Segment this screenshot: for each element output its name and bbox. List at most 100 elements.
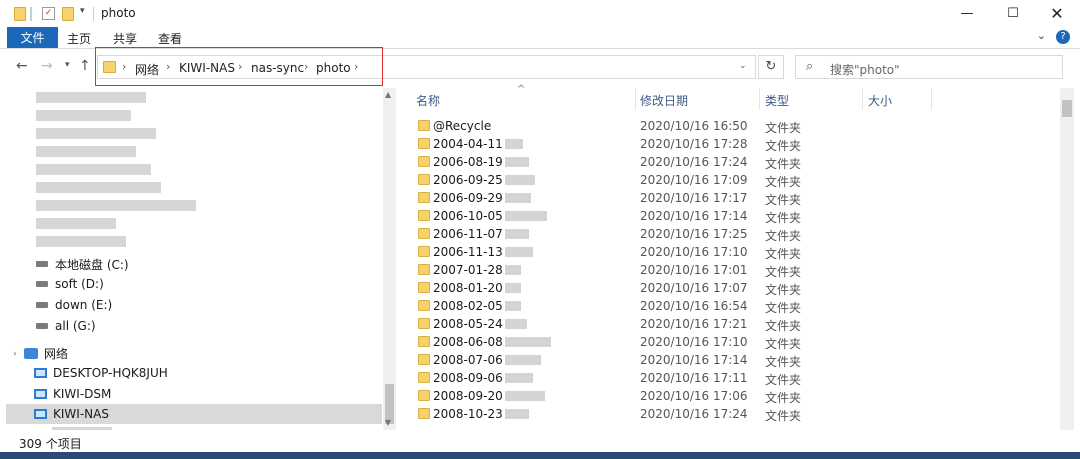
tree-item-desktop-hqk8juh[interactable]: DESKTOP-HQK8JUH — [6, 363, 382, 383]
file-row[interactable]: 2008-09-20 2020/10/16 17:06 文件夹 — [410, 387, 1060, 405]
search-box[interactable]: ⌕ 搜索"photo" — [795, 55, 1063, 79]
folder-icon — [418, 246, 430, 257]
column-header-name[interactable]: 名称 — [416, 92, 440, 109]
column-header-modified[interactable]: 修改日期 — [640, 92, 688, 109]
maximize-button[interactable]: ☐ — [990, 0, 1036, 27]
folder-icon — [418, 156, 430, 167]
toolbar-divider — [30, 7, 32, 21]
file-row[interactable]: 2006-08-19 2020/10/16 17:24 文件夹 — [410, 153, 1060, 171]
file-row[interactable]: @Recycle 2020/10/16 16:50 文件夹 — [410, 117, 1060, 135]
scrollbar-thumb[interactable] — [1062, 100, 1072, 117]
tab-file[interactable]: 文件 — [7, 27, 58, 48]
file-row[interactable]: 2008-05-24 2020/10/16 17:21 文件夹 — [410, 315, 1060, 333]
file-row[interactable]: 2008-10-23 2020/10/16 17:24 文件夹 — [410, 405, 1060, 423]
file-modified: 2020/10/16 17:24 — [640, 155, 748, 169]
file-row[interactable]: 2007-01-28 2020/10/16 17:01 文件夹 — [410, 261, 1060, 279]
file-row[interactable]: 2008-01-20 2020/10/16 17:07 文件夹 — [410, 279, 1060, 297]
file-row[interactable]: 2006-11-07 2020/10/16 17:25 文件夹 — [410, 225, 1060, 243]
file-name: 2008-09-20 — [433, 389, 503, 403]
column-divider[interactable] — [635, 88, 636, 110]
tree-item-label: soft (D:) — [55, 277, 104, 291]
navigation-scrollbar[interactable]: ▲ ▼ — [383, 88, 396, 430]
expand-ribbon-icon[interactable]: ⌄ — [1037, 29, 1046, 42]
folder-icon — [418, 408, 430, 419]
file-row[interactable]: 2006-11-13 2020/10/16 17:10 文件夹 — [410, 243, 1060, 261]
scroll-up-icon[interactable]: ▲ — [385, 90, 391, 99]
file-row[interactable]: 2008-07-06 2020/10/16 17:14 文件夹 — [410, 351, 1060, 369]
highlight-annotation — [95, 47, 383, 86]
column-divider[interactable] — [759, 88, 760, 110]
blurred-suffix — [505, 175, 535, 185]
file-name: 2006-11-13 — [433, 245, 503, 259]
blurred-item — [36, 218, 116, 229]
file-name: 2008-09-06 — [433, 371, 503, 385]
refresh-button[interactable]: ↻ — [758, 55, 784, 79]
navigation-pane: 本地磁盘 (C:) soft (D:) down (E:) all (G:) ›… — [0, 88, 396, 430]
tab-share[interactable]: 共享 — [113, 30, 137, 47]
tree-item-kiwi-nas[interactable]: KIWI-NAS — [6, 404, 382, 424]
up-button[interactable]: ↑ — [79, 58, 91, 74]
file-list-scrollbar[interactable] — [1060, 88, 1074, 430]
help-icon[interactable]: ? — [1056, 30, 1070, 44]
file-row[interactable]: 2006-09-25 2020/10/16 17:09 文件夹 — [410, 171, 1060, 189]
file-modified: 2020/10/16 17:10 — [640, 335, 748, 349]
scroll-down-icon[interactable]: ▼ — [385, 418, 391, 427]
network-icon — [24, 347, 38, 359]
drive-c[interactable]: 本地磁盘 (C:) — [6, 254, 382, 274]
column-header-type[interactable]: 类型 — [765, 92, 789, 109]
tab-view[interactable]: 查看 — [158, 30, 182, 47]
file-modified: 2020/10/16 17:14 — [640, 353, 748, 367]
file-row[interactable]: 2008-02-05 2020/10/16 16:54 文件夹 — [410, 297, 1060, 315]
expand-arrow-icon[interactable]: › — [6, 349, 24, 358]
file-type: 文件夹 — [765, 301, 802, 315]
drive-e[interactable]: down (E:) — [6, 295, 382, 315]
file-name: 2008-02-05 — [433, 299, 503, 313]
file-type: 文件夹 — [765, 193, 802, 207]
blurred-suffix — [505, 355, 541, 365]
back-button[interactable]: ← — [16, 58, 28, 74]
folder-icon — [418, 300, 430, 311]
forward-button[interactable]: → — [41, 58, 53, 74]
folder-icon — [418, 336, 430, 347]
blurred-item — [36, 164, 151, 175]
file-type: 文件夹 — [765, 247, 802, 261]
file-row[interactable]: 2008-09-06 2020/10/16 17:11 文件夹 — [410, 369, 1060, 387]
file-row[interactable]: 2006-09-29 2020/10/16 17:17 文件夹 — [410, 189, 1060, 207]
file-modified: 2020/10/16 17:09 — [640, 173, 748, 187]
blurred-item — [36, 146, 136, 157]
file-type: 文件夹 — [765, 139, 802, 153]
drive-d[interactable]: soft (D:) — [6, 274, 382, 294]
tab-home[interactable]: 主页 — [67, 30, 91, 47]
file-modified: 2020/10/16 17:07 — [640, 281, 748, 295]
recent-locations-button[interactable]: ▾ — [65, 60, 70, 70]
minimize-button[interactable]: — — [944, 0, 990, 27]
file-type: 文件夹 — [765, 283, 802, 297]
address-dropdown-icon[interactable]: ⌄ — [739, 61, 747, 71]
file-name: @Recycle — [433, 119, 492, 133]
file-type: 文件夹 — [765, 391, 802, 405]
file-modified: 2020/10/16 17:06 — [640, 389, 748, 403]
drive-g[interactable]: all (G:) — [6, 316, 382, 336]
file-row[interactable]: 2008-06-08 2020/10/16 17:10 文件夹 — [410, 333, 1060, 351]
computer-icon — [34, 368, 47, 378]
file-row[interactable]: 2004-04-11 2020/10/16 17:28 文件夹 — [410, 135, 1060, 153]
customize-toolbar-icon[interactable]: ▾ — [80, 6, 92, 20]
title-bar: ✓ ▾ photo — ☐ ✕ — [0, 0, 1080, 27]
blurred-suffix — [505, 247, 533, 257]
close-button[interactable]: ✕ — [1034, 0, 1080, 27]
folder-icon — [418, 264, 430, 275]
column-header-size[interactable]: 大小 — [868, 92, 892, 109]
search-input[interactable]: 搜索"photo" — [830, 61, 900, 78]
tree-item-network[interactable]: › 网络 — [6, 343, 382, 363]
column-divider[interactable] — [931, 88, 932, 110]
tree-item-kiwi-dsm[interactable]: KIWI-DSM — [6, 384, 382, 404]
column-divider[interactable] — [862, 88, 863, 110]
blurred-item — [36, 182, 161, 193]
file-row[interactable]: 2006-10-05 2020/10/16 17:14 文件夹 — [410, 207, 1060, 225]
properties-icon[interactable]: ✓ — [42, 7, 55, 20]
folder-icon — [418, 192, 430, 203]
new-folder-icon[interactable] — [62, 7, 74, 21]
blurred-suffix — [505, 157, 529, 167]
folder-icon — [418, 354, 430, 365]
blurred-suffix — [505, 265, 521, 275]
